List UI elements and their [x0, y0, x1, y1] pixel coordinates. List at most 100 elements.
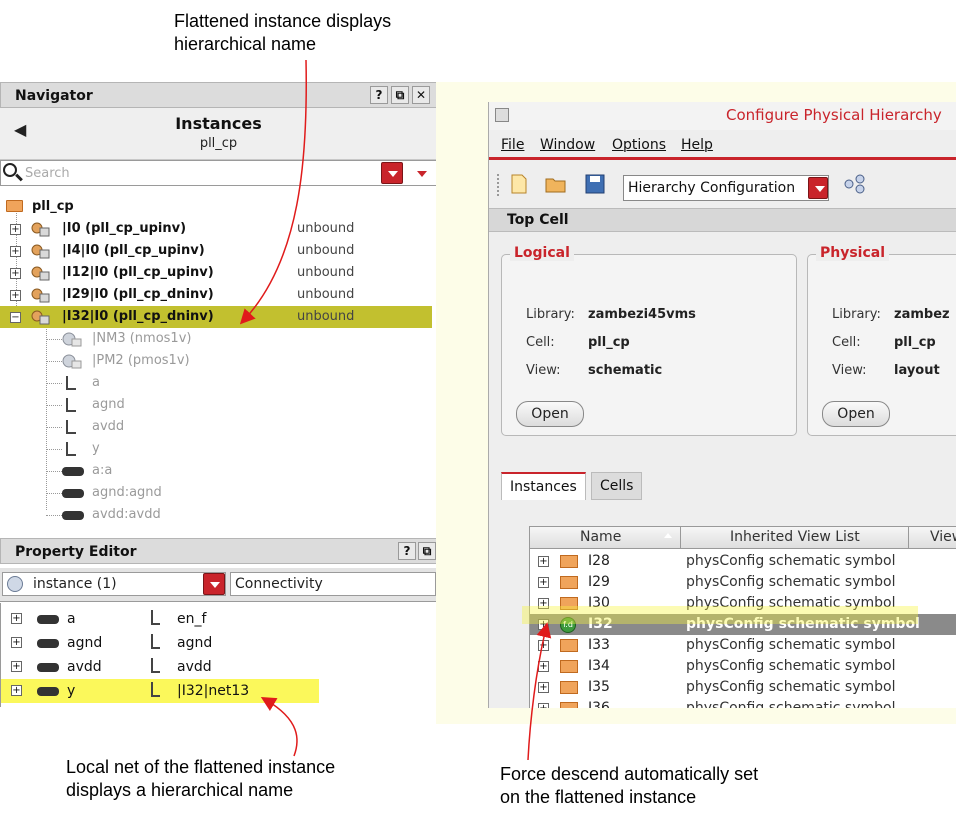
- collapse-icon[interactable]: −: [10, 312, 21, 323]
- table-row[interactable]: + I33 physConfig schematic symbol: [530, 635, 956, 656]
- tree-instance-row[interactable]: + |I29|I0 (pll_cp_dninv) unbound: [0, 284, 437, 306]
- expand-icon[interactable]: +: [538, 556, 549, 567]
- arrow-to-local-net: [260, 696, 298, 757]
- help-button[interactable]: ?: [398, 542, 416, 560]
- instance-tree: pll_cp + |I0 (pll_cp_upinv) unbound + |I…: [0, 188, 437, 524]
- expand-icon[interactable]: +: [538, 682, 549, 693]
- tree-child-row[interactable]: agnd: [0, 394, 437, 416]
- terminal-name: avdd: [67, 659, 102, 675]
- tree-instance-label: |I29|I0 (pll_cp_dninv): [62, 287, 214, 302]
- property-editor-toolbar: instance (1) Connectivity: [0, 568, 437, 602]
- expand-icon[interactable]: +: [11, 661, 22, 672]
- folder-icon: [560, 702, 578, 708]
- library-value: zambez: [894, 307, 950, 322]
- column-inherited-view-list[interactable]: Inherited View List: [730, 529, 860, 545]
- expand-icon[interactable]: +: [10, 290, 21, 301]
- expand-icon[interactable]: +: [538, 640, 549, 651]
- float-button[interactable]: ⧉: [418, 542, 436, 560]
- search-options-button[interactable]: [381, 162, 403, 184]
- sort-asc-icon: [664, 533, 672, 538]
- open-physical-button[interactable]: Open: [822, 401, 890, 427]
- open-folder-icon[interactable]: [545, 174, 566, 194]
- table-row[interactable]: + I35 physConfig schematic symbol: [530, 677, 956, 698]
- library-label: Library:: [526, 307, 575, 322]
- table-row[interactable]: + I34 physConfig schematic symbol: [530, 656, 956, 677]
- tree-child-row[interactable]: agnd:agnd: [0, 482, 437, 504]
- tree-instance-row[interactable]: + |I4|I0 (pll_cp_upinv) unbound: [0, 240, 437, 262]
- close-button[interactable]: ✕: [412, 86, 430, 104]
- configuration-type-select[interactable]: Hierarchy Configuration: [623, 175, 829, 201]
- open-logical-button[interactable]: Open: [516, 401, 584, 427]
- top-cell-header: Top Cell: [489, 208, 956, 232]
- net-name: |I32|net13: [177, 683, 250, 699]
- cell-value: pll_cp: [588, 335, 630, 350]
- save-icon[interactable]: [585, 174, 605, 194]
- menu-window[interactable]: Window: [540, 137, 595, 153]
- menu-file[interactable]: File: [501, 137, 524, 153]
- expand-icon[interactable]: +: [10, 246, 21, 257]
- terminal-name: a: [67, 611, 76, 627]
- expand-icon[interactable]: +: [538, 661, 549, 672]
- tab-cells[interactable]: Cells: [591, 472, 643, 500]
- tree-instance-row[interactable]: + |I12|I0 (pll_cp_upinv) unbound: [0, 262, 437, 284]
- tree-instance-status: unbound: [297, 243, 355, 258]
- expand-icon[interactable]: +: [10, 224, 21, 235]
- tree-instance-row[interactable]: + |I0 (pll_cp_upinv) unbound: [0, 218, 437, 240]
- tree-instance-label: |I12|I0 (pll_cp_upinv): [62, 265, 214, 280]
- view-selector[interactable]: Connectivity: [230, 572, 436, 596]
- window-menu-icon[interactable]: [495, 108, 509, 122]
- expand-icon[interactable]: +: [11, 613, 22, 624]
- instance-selector[interactable]: instance (1): [2, 572, 226, 596]
- table-row[interactable]: + I36 physConfig schematic symbol: [530, 698, 956, 708]
- tree-child-row[interactable]: a:a: [0, 460, 437, 482]
- library-value: zambezi45vms: [588, 307, 696, 322]
- inherited-view-list: physConfig schematic symbol: [686, 700, 896, 708]
- new-icon[interactable]: [509, 174, 529, 194]
- tree-child-label: agnd:agnd: [92, 485, 162, 500]
- tree-instance-status: unbound: [297, 221, 355, 236]
- tree-instance-row-selected[interactable]: − |I32|I0 (pll_cp_dninv) unbound: [0, 306, 432, 328]
- table-header: Name Inherited View List View: [530, 527, 956, 549]
- search-input[interactable]: [25, 164, 365, 183]
- property-row[interactable]: + agnd agnd: [1, 631, 438, 655]
- tree-child-row[interactable]: avdd:avdd: [0, 504, 437, 526]
- expand-icon[interactable]: +: [10, 268, 21, 279]
- tree-child-label: agnd: [92, 397, 125, 412]
- tree-child-row[interactable]: |PM2 (pmos1v): [0, 350, 437, 372]
- menu-bar: File Window Options Help: [489, 132, 956, 160]
- net-name: en_f: [177, 611, 207, 627]
- inherited-view-list: physConfig schematic symbol: [686, 637, 896, 653]
- tree-root[interactable]: pll_cp: [0, 196, 437, 218]
- hierarchy-graph-icon[interactable]: [843, 174, 865, 194]
- tree-child-row[interactable]: a: [0, 372, 437, 394]
- expand-icon[interactable]: +: [538, 703, 549, 708]
- property-row[interactable]: + avdd avdd: [1, 655, 438, 679]
- expand-icon[interactable]: +: [538, 577, 549, 588]
- menu-help[interactable]: Help: [681, 137, 713, 153]
- tree-child-label: y: [92, 441, 100, 456]
- expand-icon[interactable]: +: [11, 685, 22, 696]
- table-row[interactable]: + I29 physConfig schematic symbol: [530, 572, 956, 593]
- physical-title: Physical: [816, 245, 890, 261]
- tree-child-row[interactable]: y: [0, 438, 437, 460]
- instance-icon: [30, 266, 50, 281]
- tree-child-row[interactable]: avdd: [0, 416, 437, 438]
- chevron-down-icon[interactable]: [417, 171, 427, 177]
- pin-icon: [151, 610, 160, 625]
- column-view[interactable]: View: [930, 529, 956, 545]
- property-editor-title-bar: Property Editor ? ⧉: [0, 538, 437, 564]
- chevron-down-icon[interactable]: [808, 177, 828, 199]
- net-name: avdd: [177, 659, 212, 675]
- table-row[interactable]: + I28 physConfig schematic symbol: [530, 551, 956, 572]
- float-button[interactable]: ⧉: [391, 86, 409, 104]
- property-row-highlighted[interactable]: + y |I32|net13: [1, 679, 319, 703]
- tab-instances[interactable]: Instances: [501, 472, 586, 500]
- tree-child-row[interactable]: |NM3 (nmos1v): [0, 328, 437, 350]
- chevron-down-icon[interactable]: [203, 573, 225, 595]
- menu-options[interactable]: Options: [612, 137, 666, 153]
- column-name[interactable]: Name: [580, 529, 621, 545]
- help-button[interactable]: ?: [370, 86, 388, 104]
- property-row[interactable]: + a en_f: [1, 607, 438, 631]
- expand-icon[interactable]: +: [11, 637, 22, 648]
- net-icon: [37, 663, 59, 672]
